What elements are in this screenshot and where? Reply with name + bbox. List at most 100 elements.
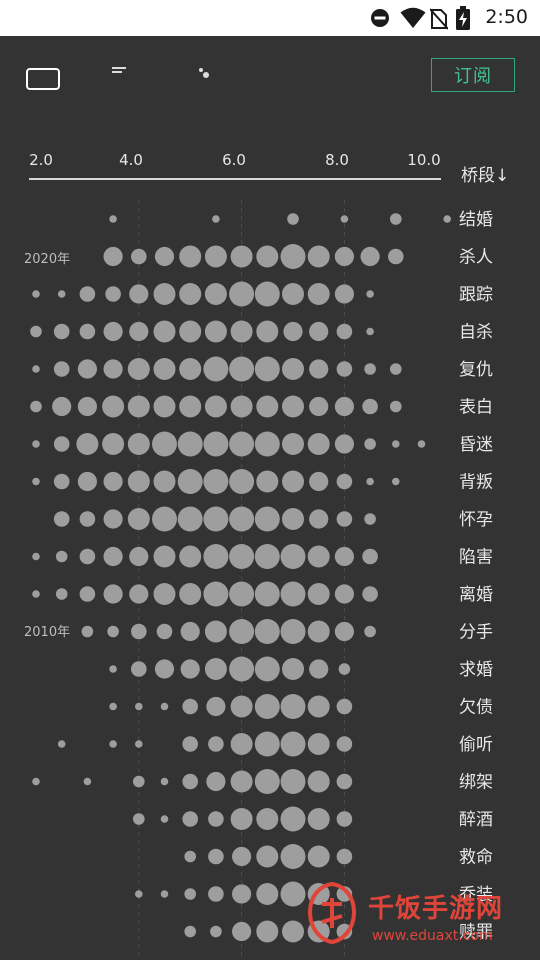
dot-mark[interactable] — [109, 740, 117, 748]
dot-mark[interactable] — [254, 356, 280, 382]
dot-mark[interactable] — [177, 506, 203, 532]
dot-mark[interactable] — [256, 320, 279, 343]
dot-mark[interactable] — [280, 844, 306, 869]
dot-mark[interactable] — [364, 438, 376, 450]
dot-mark[interactable] — [229, 619, 255, 644]
dot-mark[interactable] — [362, 398, 378, 415]
dot-mark[interactable] — [282, 508, 304, 530]
dot-mark[interactable] — [229, 581, 255, 607]
dot-mark[interactable] — [109, 702, 117, 711]
dot-mark[interactable] — [362, 548, 378, 565]
dot-mark[interactable] — [103, 321, 123, 342]
dot-mark[interactable] — [307, 695, 330, 718]
dot-mark[interactable] — [203, 506, 229, 532]
dot-mark[interactable] — [179, 358, 202, 380]
dot-mark[interactable] — [309, 359, 329, 379]
dot-mark[interactable] — [229, 281, 255, 307]
dot-mark[interactable] — [182, 773, 198, 790]
dot-mark[interactable] — [390, 400, 402, 413]
dot-mark[interactable] — [153, 358, 176, 380]
dot-mark[interactable] — [179, 320, 202, 343]
dot-mark[interactable] — [254, 694, 280, 719]
dot-mark[interactable] — [334, 584, 354, 604]
dot-mark[interactable] — [107, 625, 119, 638]
dot-mark[interactable] — [254, 544, 280, 569]
dot-mark[interactable] — [153, 395, 176, 418]
dot-mark[interactable] — [127, 433, 150, 455]
dot-mark[interactable] — [230, 245, 253, 268]
dot-mark[interactable] — [53, 511, 70, 527]
dot-mark[interactable] — [133, 813, 145, 825]
dot-mark[interactable] — [32, 440, 40, 448]
dot-mark[interactable] — [388, 248, 404, 265]
dot-mark[interactable] — [256, 395, 279, 418]
dot-mark[interactable] — [127, 470, 150, 493]
dot-mark[interactable] — [179, 545, 202, 568]
dot-mark[interactable] — [280, 769, 306, 794]
dot-mark[interactable] — [282, 395, 304, 418]
dot-mark[interactable] — [105, 286, 121, 302]
dot-mark[interactable] — [336, 473, 353, 490]
dot-mark[interactable] — [309, 471, 329, 492]
dot-mark[interactable] — [160, 702, 169, 711]
dot-mark[interactable] — [160, 815, 169, 823]
dot-mark[interactable] — [307, 545, 330, 568]
dot-mark[interactable] — [256, 808, 279, 830]
row-label[interactable]: 离婚 — [459, 585, 493, 605]
dot-mark[interactable] — [184, 925, 196, 938]
dot-mark[interactable] — [182, 698, 198, 715]
dot-mark[interactable] — [336, 323, 353, 340]
dot-mark[interactable] — [57, 290, 66, 298]
dot-mark[interactable] — [32, 590, 40, 598]
dot-mark[interactable] — [307, 733, 330, 755]
dot-mark[interactable] — [109, 215, 117, 223]
dot-mark[interactable] — [177, 431, 203, 457]
dot-mark[interactable] — [32, 552, 40, 561]
dot-mark[interactable] — [334, 621, 354, 642]
dot-mark[interactable] — [256, 920, 279, 943]
dot-mark[interactable] — [103, 509, 123, 529]
dot-mark[interactable] — [364, 513, 376, 525]
dot-mark[interactable] — [208, 848, 224, 865]
dot-mark[interactable] — [203, 581, 229, 607]
dot-mark[interactable] — [32, 777, 40, 786]
dot-mark[interactable] — [307, 845, 330, 868]
dot-mark[interactable] — [206, 696, 226, 717]
dot-mark[interactable] — [254, 581, 280, 607]
dot-mark[interactable] — [206, 771, 226, 792]
dot-mark[interactable] — [334, 396, 354, 417]
dot-mark[interactable] — [55, 550, 68, 563]
dot-mark[interactable] — [53, 361, 70, 377]
dot-mark[interactable] — [204, 620, 227, 643]
row-label[interactable]: 醉酒 — [459, 810, 493, 830]
dot-mark[interactable] — [203, 431, 229, 457]
dot-mark[interactable] — [79, 323, 96, 340]
dot-mark[interactable] — [135, 890, 143, 898]
dot-mark[interactable] — [103, 546, 123, 567]
dot-mark[interactable] — [390, 363, 402, 375]
row-label[interactable]: 自杀 — [459, 323, 493, 343]
dot-mark[interactable] — [282, 283, 304, 305]
row-label[interactable]: 陷害 — [459, 548, 493, 568]
dot-mark[interactable] — [204, 395, 227, 418]
dot-mark[interactable] — [334, 246, 354, 267]
dot-mark[interactable] — [287, 213, 299, 225]
dot-mark[interactable] — [79, 548, 96, 565]
dot-mark[interactable] — [32, 290, 40, 298]
dot-mark[interactable] — [103, 584, 123, 604]
dot-mark[interactable] — [204, 283, 227, 305]
dot-mark[interactable] — [256, 845, 279, 868]
dot-mark[interactable] — [153, 583, 176, 605]
dot-mark[interactable] — [309, 321, 329, 342]
row-label[interactable]: 绑架 — [459, 773, 493, 793]
dot-mark[interactable] — [208, 736, 224, 752]
dot-mark[interactable] — [152, 506, 177, 532]
dot-mark[interactable] — [52, 396, 72, 417]
dot-mark[interactable] — [280, 806, 306, 832]
dot-mark[interactable] — [154, 659, 175, 679]
dot-mark[interactable] — [77, 359, 97, 379]
dot-mark[interactable] — [133, 775, 145, 788]
dot-mark[interactable] — [366, 327, 374, 336]
dot-mark[interactable] — [230, 733, 253, 755]
dot-mark[interactable] — [32, 477, 40, 486]
